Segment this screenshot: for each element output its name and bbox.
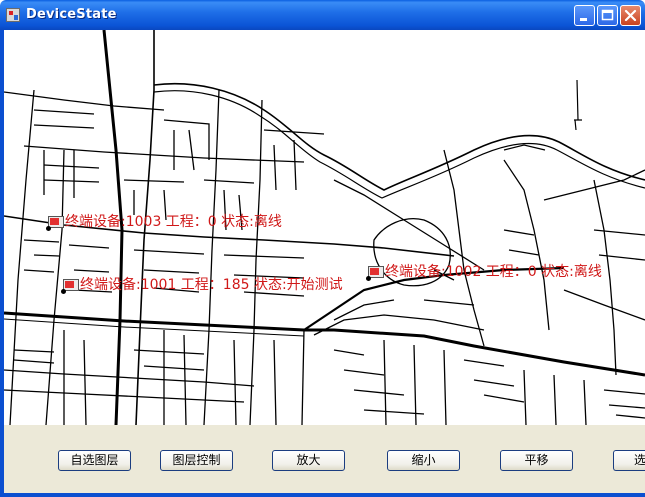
device-label: 终端设备:1002 工程：0 状态:离线 <box>385 264 602 280</box>
device-marker-1001[interactable]: 终端设备:1001 工程：185 状态:开始测试 <box>61 277 343 294</box>
window-title: DeviceState <box>26 7 117 22</box>
title-bar[interactable]: DeviceState <box>0 0 645 30</box>
minimize-button[interactable] <box>574 5 595 26</box>
maximize-icon <box>601 9 614 21</box>
window-frame-bottom <box>0 493 645 497</box>
device-flag-icon <box>46 216 64 231</box>
maximize-button[interactable] <box>597 5 618 26</box>
close-icon <box>624 9 637 22</box>
device-label: 终端设备:1003 工程：0 状态:离线 <box>65 214 282 230</box>
map-view[interactable]: 终端设备:1003 工程：0 状态:离线 终端设备:1001 工程：185 状态… <box>4 30 645 425</box>
minimize-icon <box>580 18 587 21</box>
custom-layer-button[interactable]: 自选图层 <box>58 450 131 471</box>
zoom-in-button[interactable]: 放大 <box>272 450 345 471</box>
zoom-out-button[interactable]: 缩小 <box>387 450 460 471</box>
close-button[interactable] <box>620 5 641 26</box>
device-flag-icon <box>366 266 384 281</box>
device-marker-1002[interactable]: 终端设备:1002 工程：0 状态:离线 <box>366 264 602 281</box>
button-panel: 自选图层 图层控制 放大 缩小 平移 选 <box>4 425 645 493</box>
pan-button[interactable]: 平移 <box>500 450 573 471</box>
device-label: 终端设备:1001 工程：185 状态:开始测试 <box>80 277 343 293</box>
app-icon[interactable] <box>6 8 20 22</box>
device-state-window: DeviceState 终端设备:1003 工程：0 状态:离线 终端设备:10… <box>0 0 645 497</box>
device-flag-icon <box>61 279 79 294</box>
select-button[interactable]: 选 <box>613 450 645 471</box>
device-marker-1003[interactable]: 终端设备:1003 工程：0 状态:离线 <box>46 214 282 231</box>
layer-control-button[interactable]: 图层控制 <box>160 450 233 471</box>
